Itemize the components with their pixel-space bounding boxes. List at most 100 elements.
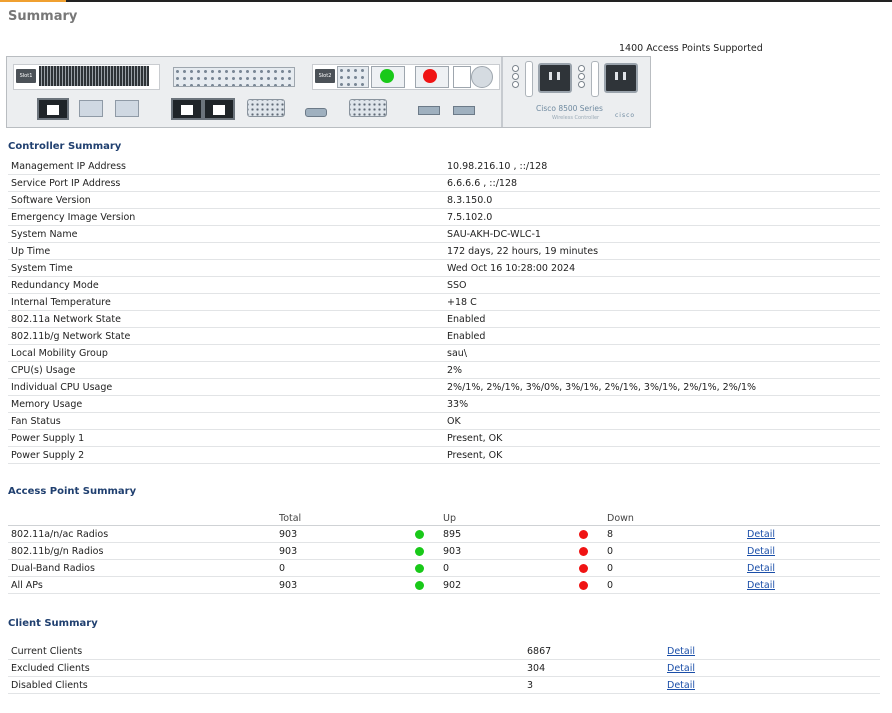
- row-value: 2%/1%, 2%/1%, 3%/0%, 3%/1%, 2%/1%, 3%/1%…: [444, 378, 880, 396]
- table-row: Power Supply 2 Present, OK: [8, 446, 880, 464]
- up-count: 0: [440, 559, 576, 577]
- row-label: Power Supply 1: [8, 429, 444, 447]
- row-label: Memory Usage: [8, 395, 444, 413]
- power-socket: [538, 63, 572, 93]
- row-label: Redundancy Mode: [8, 276, 444, 294]
- ethernet-port: [203, 98, 235, 120]
- up-count: 902: [440, 576, 576, 594]
- down-count: 0: [604, 559, 744, 577]
- table-row: Individual CPU Usage 2%/1%, 2%/1%, 3%/0%,…: [8, 378, 880, 396]
- row-value: Wed Oct 16 10:28:00 2024: [444, 259, 880, 277]
- table-row: Excluded Clients 304 Detail: [8, 659, 880, 677]
- ethernet-port: [37, 98, 69, 120]
- header-total: Total: [276, 512, 412, 526]
- psu-handle: [591, 61, 599, 97]
- header-empty: [412, 512, 440, 526]
- detail-link[interactable]: Detail: [747, 546, 775, 557]
- top-bar: [0, 0, 892, 2]
- table-row: All APs 903 902 0 Detail: [8, 576, 880, 594]
- row-label: System Time: [8, 259, 444, 277]
- header-empty: [8, 512, 276, 526]
- row-label: Excluded Clients: [8, 659, 524, 677]
- down-indicator-cell: [576, 576, 604, 594]
- down-count: 8: [604, 525, 744, 543]
- row-label: Power Supply 2: [8, 446, 444, 464]
- vent-grill: [39, 66, 149, 86]
- console-port: [349, 99, 387, 117]
- header-down: Down: [604, 512, 744, 526]
- detail-link[interactable]: Detail: [667, 646, 695, 657]
- row-value: 6.6.6.6 , ::/128: [444, 174, 880, 192]
- detail-link[interactable]: Detail: [667, 663, 695, 674]
- detail-cell: Detail: [744, 576, 880, 594]
- row-label: All APs: [8, 576, 276, 594]
- detail-cell: Detail: [744, 542, 880, 560]
- row-label: Disabled Clients: [8, 676, 524, 694]
- table-row: 802.11a Network State Enabled: [8, 310, 880, 328]
- status-dot-up-icon: [415, 529, 424, 539]
- slot2-label: Slot2: [315, 69, 335, 83]
- row-value: 304: [524, 659, 664, 677]
- row-label: Internal Temperature: [8, 293, 444, 311]
- power-switch: [453, 66, 471, 88]
- power-button: [471, 66, 493, 88]
- row-value: 2%: [444, 361, 880, 379]
- row-label: Fan Status: [8, 412, 444, 430]
- controller-chassis-image: Slot1 Slot2 Cisco 8500 Series Wireless C…: [6, 56, 651, 128]
- row-value: Enabled: [444, 310, 880, 328]
- status-dot-up-icon: [415, 580, 424, 590]
- row-value: +18 C: [444, 293, 880, 311]
- io-panel: [337, 66, 369, 88]
- down-indicator-cell: [576, 559, 604, 577]
- row-value: 10.98.216.10 , ::/128: [444, 158, 880, 175]
- row-value: Present, OK: [444, 429, 880, 447]
- up-indicator-cell: [412, 525, 440, 543]
- down-indicator-cell: [576, 542, 604, 560]
- detail-link[interactable]: Detail: [667, 680, 695, 691]
- table-row: Fan Status OK: [8, 412, 880, 430]
- top-bar-accent: [0, 0, 66, 2]
- status-dot-down-icon: [579, 529, 588, 539]
- indicator-dot: [512, 65, 519, 72]
- status-dot-down-icon: [579, 563, 588, 573]
- row-value: Enabled: [444, 327, 880, 345]
- total-count: 903: [276, 542, 412, 560]
- detail-link[interactable]: Detail: [747, 529, 775, 540]
- status-led-green: [380, 69, 394, 83]
- indicator-dot: [512, 81, 519, 88]
- row-label: Up Time: [8, 242, 444, 260]
- detail-link[interactable]: Detail: [747, 580, 775, 591]
- row-value: sau\: [444, 344, 880, 362]
- table-row: Redundancy Mode SSO: [8, 276, 880, 294]
- usb-port: [305, 108, 327, 117]
- table-row: 802.11b/g/n Radios 903 903 0 Detail: [8, 542, 880, 560]
- row-value: 3: [524, 676, 664, 694]
- header-empty: [576, 512, 604, 526]
- table-row: Internal Temperature +18 C: [8, 293, 880, 311]
- status-dot-down-icon: [579, 580, 588, 590]
- up-count: 903: [440, 542, 576, 560]
- up-indicator-cell: [412, 576, 440, 594]
- detail-cell: Detail: [664, 676, 880, 694]
- row-value: Present, OK: [444, 446, 880, 464]
- row-value: 7.5.102.0: [444, 208, 880, 226]
- header-empty: [744, 512, 880, 526]
- indicator-dot: [578, 65, 585, 72]
- table-row: 802.11b/g Network State Enabled: [8, 327, 880, 345]
- indicator-dot: [512, 73, 519, 80]
- table-row: 802.11a/n/ac Radios 903 895 8 Detail: [8, 525, 880, 543]
- table-row: Memory Usage 33%: [8, 395, 880, 413]
- ap-supported-label: 1400 Access Points Supported: [619, 43, 763, 54]
- power-socket: [604, 63, 638, 93]
- slot1-label: Slot1: [16, 69, 36, 83]
- row-value: 172 days, 22 hours, 19 minutes: [444, 242, 880, 260]
- row-label: Service Port IP Address: [8, 174, 444, 192]
- row-value: 33%: [444, 395, 880, 413]
- header-up: Up: [440, 512, 576, 526]
- detail-link[interactable]: Detail: [747, 563, 775, 574]
- status-dot-up-icon: [415, 563, 424, 573]
- up-count: 895: [440, 525, 576, 543]
- table-row: CPU(s) Usage 2%: [8, 361, 880, 379]
- table-row: Service Port IP Address 6.6.6.6 , ::/128: [8, 174, 880, 192]
- row-value: 8.3.150.0: [444, 191, 880, 209]
